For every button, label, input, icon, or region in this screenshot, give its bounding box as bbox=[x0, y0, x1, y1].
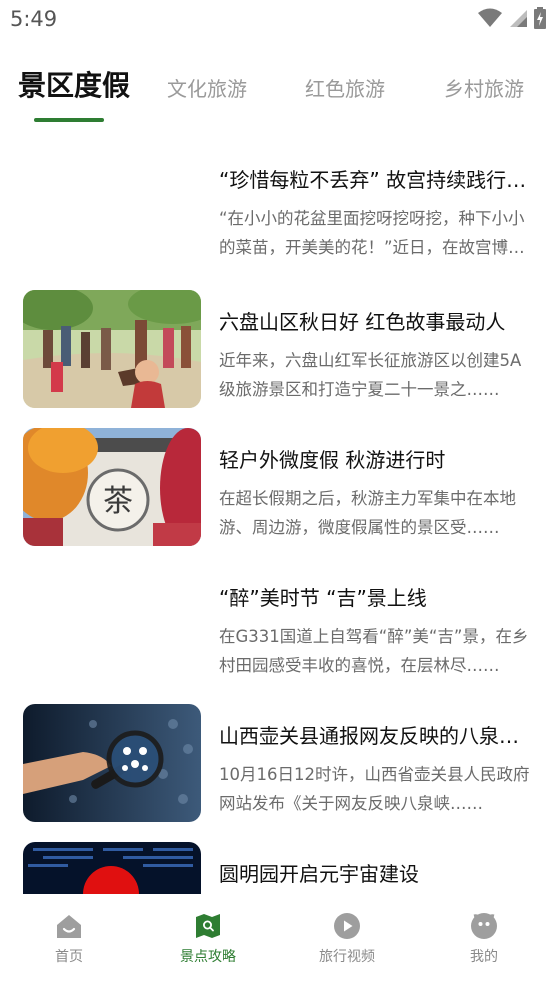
article-summary: “在小小的花盆里面挖呀挖呀挖，种下小小的菜苗，开美美的花！”近日，在故宫博物院…… bbox=[219, 209, 525, 257]
article-title: 六盘山区秋日好 红色故事最动人 bbox=[219, 310, 506, 334]
status-icons bbox=[478, 6, 546, 30]
nav-travel-videos-label: 旅行视频 bbox=[319, 949, 375, 965]
tab-cultural-tourism[interactable]: 文化旅游 bbox=[167, 73, 247, 102]
nav-home-label: 首页 bbox=[55, 949, 83, 965]
map-search-icon bbox=[196, 914, 220, 938]
nav-scenic-guide[interactable]: 景点攻略 bbox=[153, 912, 263, 966]
article-title: “珍惜每粒不丢弃” 故宫持续践行“光盘行动” bbox=[219, 168, 531, 192]
article-thumbnail bbox=[23, 290, 201, 408]
article-thumbnail bbox=[23, 704, 201, 822]
home-icon bbox=[57, 915, 81, 938]
status-bar: 5:49 bbox=[0, 0, 554, 40]
battery-charging-icon bbox=[534, 7, 546, 29]
bottom-navigation: 首页 景点攻略 旅行视频 我的 bbox=[0, 894, 554, 984]
list-item[interactable]: 圆明园开启元宇宙建设 bbox=[0, 842, 554, 894]
article-summary: 在超长假期之后，秋游主力军集中在本地游、周边游，微度假属性的景区受…… bbox=[219, 489, 516, 537]
wifi-icon bbox=[478, 8, 502, 27]
tab-rural-tourism[interactable]: 乡村旅游 bbox=[444, 73, 524, 102]
list-item[interactable]: 茶 轻户外微度假 秋游进行时 在超长假期之后，秋游主力军集中在本地游、周边游，微… bbox=[0, 428, 554, 558]
play-icon bbox=[334, 913, 360, 939]
article-thumbnail: 茶 bbox=[23, 428, 201, 546]
tab-scenic-vacation[interactable]: 景区度假 bbox=[18, 64, 130, 104]
active-tab-indicator bbox=[34, 118, 104, 122]
nav-scenic-guide-label: 景点攻略 bbox=[180, 949, 236, 965]
article-list: “珍惜每粒不丢弃” 故宫持续践行“光盘行动” “在小小的花盆里面挖呀挖呀挖，种下… bbox=[0, 148, 554, 894]
svg-text:茶: 茶 bbox=[103, 484, 133, 519]
status-time: 5:49 bbox=[10, 7, 58, 31]
article-title: 山西壶关县通报网友反映的八泉峡景区问题 bbox=[219, 724, 531, 748]
article-thumbnail bbox=[23, 842, 201, 894]
list-item[interactable]: 山西壶关县通报网友反映的八泉峡景区问题 10月16日12时许，山西省壶关县人民政… bbox=[0, 704, 554, 834]
list-item[interactable]: 六盘山区秋日好 红色故事最动人 近年来，六盘山红军长征旅游区以创建5A级旅游景区… bbox=[0, 290, 554, 420]
nav-profile-label: 我的 bbox=[470, 949, 498, 965]
nav-home[interactable]: 首页 bbox=[14, 912, 124, 966]
article-summary: 在G331国道上自驾看“醉”美“吉”景，在乡村田园感受丰收的喜悦，在层林尽…… bbox=[219, 627, 529, 675]
article-title: 圆明园开启元宇宙建设 bbox=[219, 862, 419, 886]
list-item[interactable]: “珍惜每粒不丢弃” 故宫持续践行“光盘行动” “在小小的花盆里面挖呀挖呀挖，种下… bbox=[0, 148, 554, 278]
category-tabs: 景区度假 文化旅游 红色旅游 乡村旅游 bbox=[0, 64, 554, 124]
article-summary: 近年来，六盘山红军长征旅游区以创建5A级旅游景区和打造宁夏二十一景之…… bbox=[219, 351, 522, 399]
tab-red-tourism[interactable]: 红色旅游 bbox=[305, 73, 385, 102]
article-summary: 10月16日12时许，山西省壶关县人民政府网站发布《关于网友反映八泉峡…… bbox=[219, 765, 530, 813]
profile-face-icon bbox=[471, 913, 497, 939]
article-title: 轻户外微度假 秋游进行时 bbox=[219, 448, 446, 472]
nav-profile[interactable]: 我的 bbox=[429, 912, 539, 966]
article-title: “醉”美时节 “吉”景上线 bbox=[219, 586, 427, 610]
nav-travel-videos[interactable]: 旅行视频 bbox=[292, 912, 402, 966]
cell-signal-icon bbox=[510, 10, 527, 27]
list-item[interactable]: “醉”美时节 “吉”景上线 在G331国道上自驾看“醉”美“吉”景，在乡村田园感… bbox=[0, 566, 554, 696]
